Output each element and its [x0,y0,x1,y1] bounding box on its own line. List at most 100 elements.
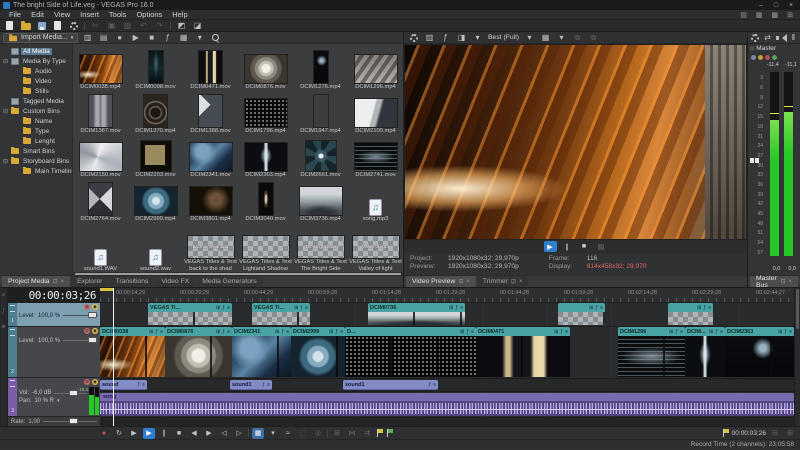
pan-crop-icon[interactable]: ⊞ [329,329,333,335]
media-item[interactable]: DCIM2100.mp4 [348,90,403,134]
preview-tab-video-preview[interactable]: Video Preview⊡× [406,276,476,287]
event-fx-icon[interactable]: ƒ [155,329,158,335]
video-event[interactable]: DCIM1296⊞ƒ≡ [618,327,685,377]
media-item[interactable]: DCIM3040.mov [238,178,293,222]
insert-bus-icon[interactable]: ⇄ [763,33,773,43]
clip-menu-icon[interactable]: ≡ [433,382,436,388]
layout-grid-icon[interactable]: ▩ [769,11,782,19]
tab-close-icon[interactable]: × [466,279,470,285]
media-item[interactable]: DCIM3736.mp4 [293,178,348,222]
pan-crop-icon[interactable]: ⊞ [778,329,782,335]
play-from-start-icon[interactable]: ▶ [128,428,140,439]
clip-menu-icon[interactable]: ≡ [789,329,792,335]
clip-menu-icon[interactable]: ≡ [305,305,308,311]
event-fx-icon[interactable]: ƒ [784,329,787,335]
preview-stop-icon[interactable]: ■ [146,33,157,43]
bin-custom-bins[interactable]: ⊟Custom Bins [0,106,72,116]
media-item[interactable]: DCIM2341.mov [183,134,238,178]
tool-caret-icon[interactable]: ▾ [267,428,279,439]
video-output-fx-icon[interactable]: ƒ [440,33,451,43]
edit-tool-icon[interactable]: ▦ [252,428,264,439]
video-event[interactable]: DCIM2999⊞ƒ≡ [291,327,345,377]
menu-view[interactable]: View [49,10,75,19]
overlays-icon[interactable]: ◨ [456,33,467,43]
expander-icon[interactable]: ⊟ [2,158,9,165]
menu-tools[interactable]: Tools [104,10,132,19]
event-fx-icon[interactable]: ƒ [595,305,598,311]
clip-menu-icon[interactable]: ≡ [680,329,683,335]
media-item[interactable]: DCIM1387.mov [73,90,128,134]
record-audio-icon[interactable]: ● [114,33,125,43]
media-properties-icon[interactable]: ƒ [162,33,173,43]
video-event[interactable]: DCIM0471⊞ƒ≡ [476,327,570,377]
track-1-mute-button[interactable]: ⊘ [84,304,90,310]
bin-all-media[interactable]: All Media [0,46,72,56]
preview-gear-icon[interactable] [408,33,419,43]
title-event[interactable]: ⊞ƒ≡ [558,303,605,325]
close-button[interactable]: × [785,2,797,9]
next-frame-icon[interactable]: ▷ [233,428,245,439]
event-fx-icon[interactable]: ƒ [335,329,338,335]
preview-quality-dropdown[interactable]: Best (Full) [488,34,519,41]
bus-layout-icon[interactable]: ⫴ [788,33,798,43]
clip-menu-icon[interactable]: ≡ [460,305,463,311]
clip-menu-icon[interactable]: ≡ [720,329,723,335]
bin-audio[interactable]: Audio [0,66,72,76]
video-event[interactable]: DCIM2341⊞ƒ≡ [232,327,291,377]
save-project-icon[interactable] [36,21,47,31]
media-item[interactable]: DCIM2741.mov [348,134,403,178]
views-caret-icon[interactable]: ▾ [194,33,205,43]
pan-crop-icon[interactable]: ⊞ [709,329,713,335]
mute-output-icon[interactable] [776,33,786,43]
bin-lenght[interactable]: Lenght [0,136,72,146]
timeline-tracks-area[interactable]: 00:00:14;2900:00:29;2900:00:44;2900:00:5… [100,288,794,426]
media-item[interactable]: back to the shadoVEGAS Titles & Text bac… [183,222,238,272]
expander-icon[interactable]: ⊟ [2,108,9,115]
event-fx-icon[interactable]: ƒ [281,329,284,335]
track-1-grip[interactable]: 1 [8,303,17,326]
event-fx-icon[interactable]: ƒ [455,305,458,311]
bin-tagged-media[interactable]: Tagged Media [0,96,72,106]
layout-alt-icon[interactable]: ▦ [753,11,766,19]
media-item[interactable]: ♫song.mp3 [348,178,403,222]
fx-plugin-icon[interactable] [772,55,777,60]
edge-add-icon[interactable]: ⊕ [1,324,5,330]
options-gear-icon[interactable] [68,21,79,31]
title-event[interactable]: VEGAS Ti...⊞ƒ≡ [252,303,310,325]
bin-stills[interactable]: Stills [0,86,72,96]
prev-frame-icon[interactable]: ◁ [218,428,230,439]
song-audio-event[interactable]: song [100,393,794,416]
media-item[interactable]: DCIM3801.mp4 [183,178,238,222]
bin-name[interactable]: Name [0,116,72,126]
event-fx-icon[interactable]: ƒ [428,382,431,388]
menu-options[interactable]: Options [131,10,167,19]
video-event[interactable]: DCIM0876⊞ƒ≡ [165,327,232,377]
tab-close-icon[interactable]: × [788,279,792,285]
clip-menu-icon[interactable]: ≡ [227,329,230,335]
bin-video[interactable]: Video [0,76,72,86]
yellow-marker-icon[interactable] [376,429,383,437]
help-tutorials-icon[interactable]: ◪ [192,21,203,31]
media-tab-transitions[interactable]: Transitions [109,276,154,287]
clip-menu-icon[interactable]: ≡ [565,329,568,335]
track-2-events[interactable]: DCIM0038⊞ƒ≡DCIM0876⊞ƒ≡DCIM2341⊞ƒ≡DCIM299… [100,327,794,379]
fx-plugin-icon[interactable] [765,55,770,60]
envelope-tool-icon[interactable]: ≈ [282,428,294,439]
media-item[interactable]: DCIM1947.mp4 [293,90,348,134]
media-item[interactable]: DCIM2764.mov [73,178,128,222]
video-event[interactable]: DCIM2363⊞ƒ≡ [725,327,794,377]
event-fx-icon[interactable]: ƒ [466,329,469,335]
media-item[interactable]: DCIM2661.mov [293,134,348,178]
media-item[interactable]: ♫sound1.WAV [73,222,128,272]
event-fx-icon[interactable]: ƒ [262,382,265,388]
media-item[interactable]: DCIM0098.mov [128,46,183,90]
audio-event[interactable]: soundƒ≡ [100,380,147,390]
layout-default-icon[interactable]: ▤ [737,11,750,19]
track-1-solo-button[interactable]: ◉ [92,304,98,310]
edge-menu-icon[interactable]: ≡ [2,292,5,298]
copy-icon[interactable]: ▣ [106,21,117,31]
loop-playback-icon[interactable]: ↻ [113,428,125,439]
track-2-solo-button[interactable]: ◉ [92,328,98,334]
media-item[interactable]: DCIM0876.mov [238,46,293,90]
timeline-zoom-out-icon[interactable]: ⊟ [769,428,781,439]
